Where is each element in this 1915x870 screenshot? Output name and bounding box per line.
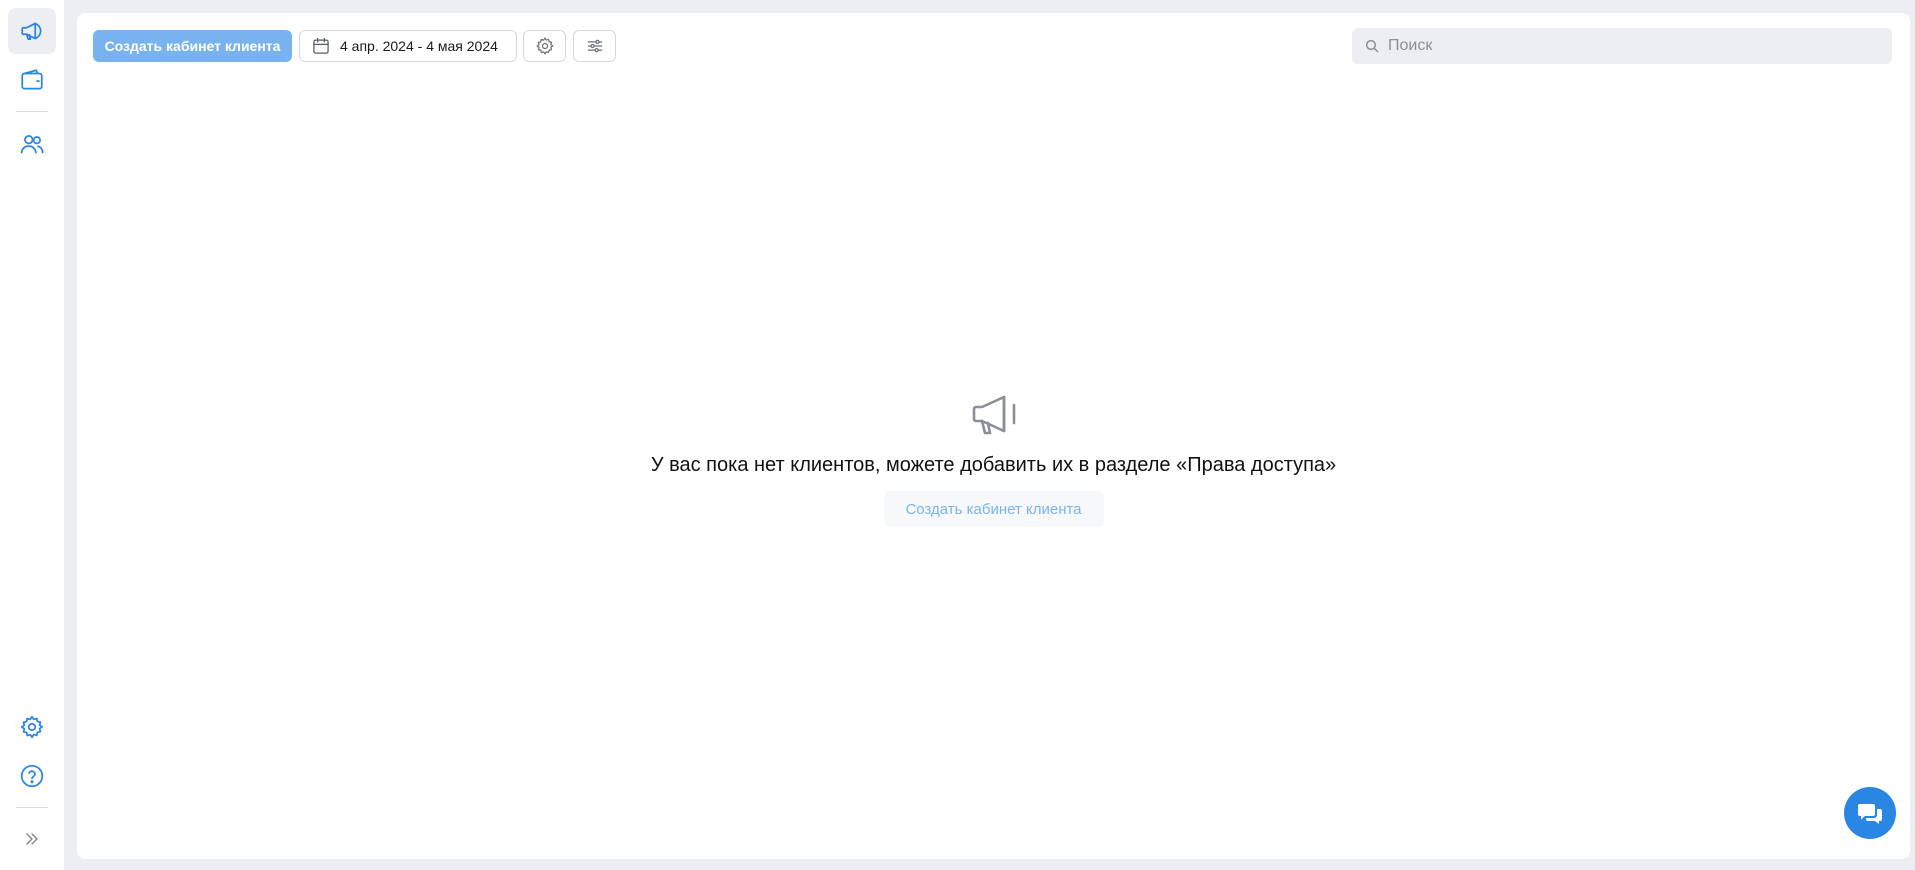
sidebar (0, 0, 64, 870)
chat-support-button[interactable] (1844, 787, 1896, 839)
calendar-icon (313, 37, 329, 54)
help-icon (20, 764, 44, 788)
date-range-picker[interactable]: 4 апр. 2024 - 4 мая 2024 (299, 30, 517, 62)
main-panel: Создать кабинет клиента 4 апр. 2024 - 4 … (77, 13, 1910, 859)
empty-state-message: У вас пока нет клиентов, можете добавить… (650, 454, 1337, 476)
gear-icon (535, 37, 553, 55)
search-input[interactable] (1388, 37, 1878, 55)
users-icon (20, 135, 44, 154)
chat-icon (1858, 804, 1882, 824)
settings-button[interactable] (523, 30, 566, 62)
create-client-cabinet-button[interactable]: Создать кабинет клиента (93, 30, 292, 62)
megaphone-icon (21, 22, 42, 40)
empty-state-illustration (970, 393, 1018, 442)
date-range-label: 4 апр. 2024 - 4 мая 2024 (340, 38, 498, 54)
wallet-icon (21, 69, 43, 90)
sidebar-item-campaigns[interactable] (8, 8, 56, 54)
filters-button[interactable] (573, 30, 616, 62)
empty-state-create-button[interactable]: Создать кабинет клиента (883, 491, 1104, 527)
sidebar-item-settings[interactable] (8, 704, 56, 750)
sidebar-item-users[interactable] (8, 121, 56, 167)
megaphone-icon (972, 395, 1015, 435)
expand-icon (26, 833, 38, 845)
sidebar-divider (16, 807, 48, 808)
sliders-icon (587, 39, 602, 53)
empty-state: У вас пока нет клиентов, можете добавить… (77, 393, 1910, 527)
gear-icon (20, 715, 44, 739)
sidebar-divider (16, 111, 48, 112)
search-icon (1365, 39, 1379, 53)
sidebar-item-wallet[interactable] (8, 57, 56, 103)
sidebar-item-help[interactable] (8, 753, 56, 799)
search-box[interactable] (1352, 28, 1892, 64)
sidebar-expand-button[interactable] (8, 816, 56, 862)
